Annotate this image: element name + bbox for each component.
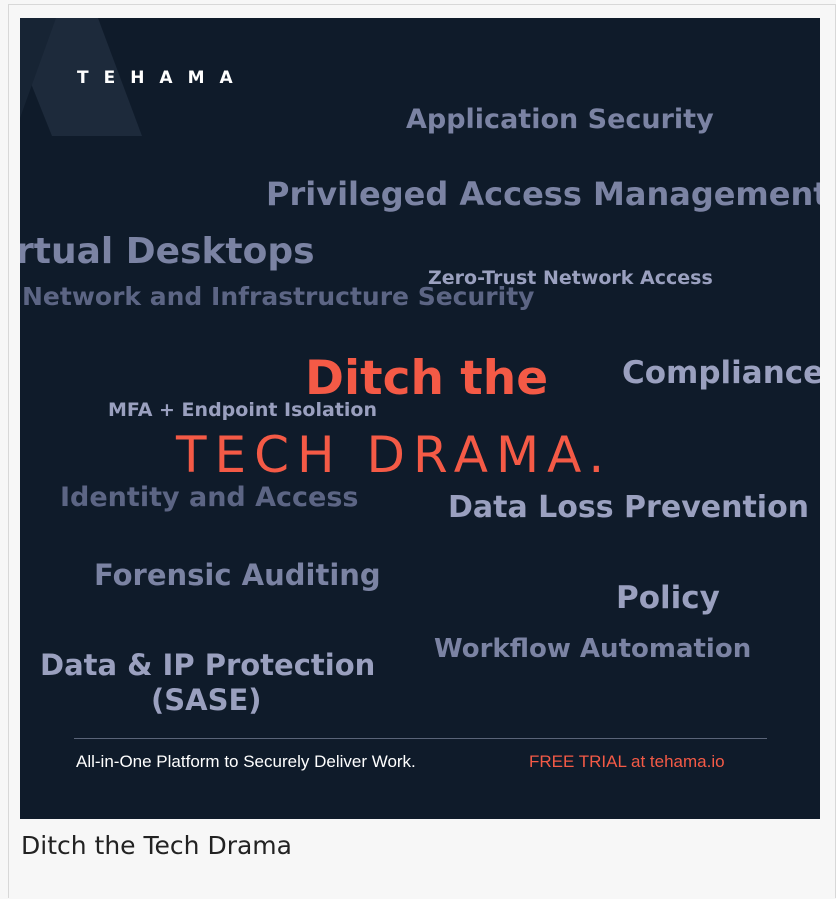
keyword-compliance: Compliance <box>622 355 820 391</box>
keyword-sase: (SASE) <box>151 683 262 717</box>
keyword-policy: Policy <box>616 580 720 616</box>
headline-ditch-the: Ditch the <box>305 351 549 406</box>
keyword-workflow-automation: Workflow Automation <box>434 634 752 664</box>
tehama-logo: TEHAMA <box>77 68 248 88</box>
keyword-data-loss-prevention: Data Loss Prevention <box>448 490 810 525</box>
free-trial-link[interactable]: FREE TRIAL at tehama.io <box>529 752 725 772</box>
keyword-data-ip-protection: Data & IP Protection <box>40 648 376 682</box>
headline-tech-drama: TECH DRAMA. <box>176 426 613 484</box>
keyword-application-security: Application Security <box>406 104 714 135</box>
footer-tagline: All-in-One Platform to Securely Deliver … <box>76 752 416 771</box>
keyword-forensic-auditing: Forensic Auditing <box>94 558 381 592</box>
footer-divider <box>74 738 767 739</box>
keyword-identity-access: Identity and Access <box>60 482 359 513</box>
keyword-network-infrastructure: Network and Infrastructure Security <box>22 282 535 311</box>
keyword-virtual-desktops: rtual Desktops <box>20 231 315 272</box>
tehama-ad-banner[interactable]: TEHAMA Application Security Privileged A… <box>20 18 820 819</box>
keyword-privileged-access: Privileged Access Management <box>266 175 820 213</box>
image-caption: Ditch the Tech Drama <box>21 831 292 860</box>
